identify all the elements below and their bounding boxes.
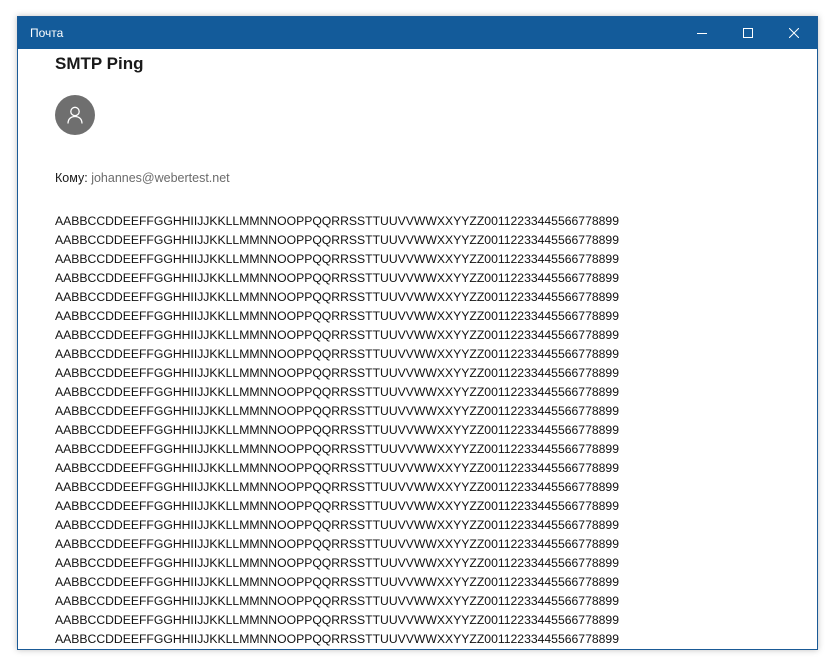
- body-line: AABBCCDDEEFFGGHHIIJJKKLLMMNNOOPPQQRRSSTT…: [55, 575, 619, 589]
- body-line: AABBCCDDEEFFGGHHIIJJKKLLMMNNOOPPQQRRSSTT…: [55, 290, 619, 304]
- body-line: AABBCCDDEEFFGGHHIIJJKKLLMMNNOOPPQQRRSSTT…: [55, 556, 619, 570]
- maximize-button[interactable]: [725, 17, 771, 49]
- body-line: AABBCCDDEEFFGGHHIIJJKKLLMMNNOOPPQQRRSSTT…: [55, 385, 619, 399]
- body-line: AABBCCDDEEFFGGHHIIJJKKLLMMNNOOPPQQRRSSTT…: [55, 594, 619, 608]
- mail-window: Почта SMTP Ping Кому: johannes@webertest…: [17, 16, 818, 650]
- body-line: AABBCCDDEEFFGGHHIIJJKKLLMMNNOOPPQQRRSSTT…: [55, 480, 619, 494]
- message-reading-pane[interactable]: SMTP Ping Кому: johannes@webertest.net A…: [18, 49, 817, 649]
- recipient-line: Кому: johannes@webertest.net: [55, 171, 230, 186]
- body-line: AABBCCDDEEFFGGHHIIJJKKLLMMNNOOPPQQRRSSTT…: [55, 632, 619, 646]
- body-line: AABBCCDDEEFFGGHHIIJJKKLLMMNNOOPPQQRRSSTT…: [55, 404, 619, 418]
- body-line: AABBCCDDEEFFGGHHIIJJKKLLMMNNOOPPQQRRSSTT…: [55, 518, 619, 532]
- window-title: Почта: [30, 26, 64, 40]
- body-line: AABBCCDDEEFFGGHHIIJJKKLLMMNNOOPPQQRRSSTT…: [55, 537, 619, 551]
- to-label: Кому:: [55, 171, 88, 185]
- body-line: AABBCCDDEEFFGGHHIIJJKKLLMMNNOOPPQQRRSSTT…: [55, 233, 619, 247]
- message-body: AABBCCDDEEFFGGHHIIJJKKLLMMNNOOPPQQRRSSTT…: [55, 212, 619, 649]
- body-line: AABBCCDDEEFFGGHHIIJJKKLLMMNNOOPPQQRRSSTT…: [55, 328, 619, 342]
- close-icon: [789, 28, 799, 38]
- body-line: AABBCCDDEEFFGGHHIIJJKKLLMMNNOOPPQQRRSSTT…: [55, 442, 619, 456]
- body-line: AABBCCDDEEFFGGHHIIJJKKLLMMNNOOPPQQRRSSTT…: [55, 366, 619, 380]
- minimize-button[interactable]: [679, 17, 725, 49]
- sender-avatar[interactable]: [55, 95, 95, 135]
- body-line: AABBCCDDEEFFGGHHIIJJKKLLMMNNOOPPQQRRSSTT…: [55, 347, 619, 361]
- person-icon: [67, 106, 83, 124]
- close-button[interactable]: [771, 17, 817, 49]
- body-line: AABBCCDDEEFFGGHHIIJJKKLLMMNNOOPPQQRRSSTT…: [55, 214, 619, 228]
- maximize-icon: [743, 28, 753, 38]
- title-bar[interactable]: Почта: [18, 17, 817, 49]
- body-line: AABBCCDDEEFFGGHHIIJJKKLLMMNNOOPPQQRRSSTT…: [55, 423, 619, 437]
- recipient-email[interactable]: johannes@webertest.net: [91, 171, 229, 185]
- body-line: AABBCCDDEEFFGGHHIIJJKKLLMMNNOOPPQQRRSSTT…: [55, 613, 619, 627]
- message-subject: SMTP Ping: [55, 54, 144, 73]
- body-line: AABBCCDDEEFFGGHHIIJJKKLLMMNNOOPPQQRRSSTT…: [55, 499, 619, 513]
- body-line: AABBCCDDEEFFGGHHIIJJKKLLMMNNOOPPQQRRSSTT…: [55, 309, 619, 323]
- minimize-icon: [697, 33, 707, 34]
- body-line: AABBCCDDEEFFGGHHIIJJKKLLMMNNOOPPQQRRSSTT…: [55, 461, 619, 475]
- body-line: AABBCCDDEEFFGGHHIIJJKKLLMMNNOOPPQQRRSSTT…: [55, 271, 619, 285]
- body-line: AABBCCDDEEFFGGHHIIJJKKLLMMNNOOPPQQRRSSTT…: [55, 252, 619, 266]
